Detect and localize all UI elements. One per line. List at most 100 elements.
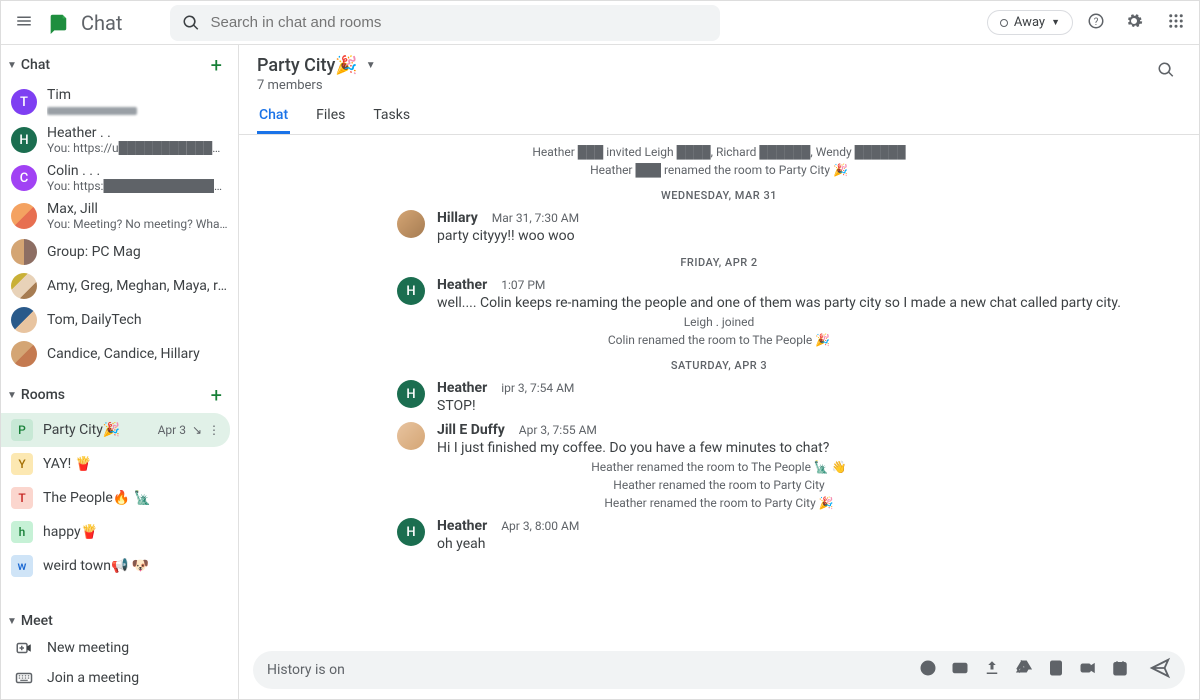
room-avatar: Y: [11, 453, 33, 475]
document-icon[interactable]: [1047, 659, 1065, 681]
date-divider: WEDNESDAY, MAR 31: [257, 189, 1181, 202]
message: Hillary Mar 31, 7:30 AM party cityyy!! wo…: [257, 210, 1181, 244]
drive-icon[interactable]: [1015, 659, 1033, 681]
message-text: party cityyy!! woo woo: [437, 228, 1181, 244]
upload-icon[interactable]: [983, 659, 1001, 681]
caret-down-icon: ▼: [366, 60, 376, 71]
compose-bar[interactable]: History is on GIF: [253, 651, 1185, 689]
room-avatar: P: [11, 419, 33, 441]
room-item[interactable]: P Party City🎉 Apr 3 ↘ ⋮: [1, 413, 230, 447]
message-author: Hillary: [437, 210, 478, 226]
room-date: Apr 3: [158, 423, 186, 437]
system-event: Heather renamed the room to The People 🗽…: [257, 460, 1181, 474]
video-icon[interactable]: [1079, 659, 1097, 681]
date-divider: SATURDAY, APR 3: [257, 359, 1181, 372]
room-avatar: h: [11, 521, 33, 543]
chat-item[interactable]: T Tim: [1, 83, 238, 121]
search-bar[interactable]: [170, 5, 720, 41]
avatar: [397, 422, 425, 450]
message: Jill E DuffyApr 3, 7:55 AM Hi I just fin…: [257, 422, 1181, 456]
room-item[interactable]: w weird town📢 🐶: [1, 549, 238, 583]
reply-icon: ↘: [192, 423, 202, 437]
room-name: happy🍟: [43, 524, 98, 540]
room-avatar: w: [11, 555, 33, 577]
chat-item[interactable]: Candice, Candice, Hillary: [1, 337, 238, 371]
room-item[interactable]: Y YAY! 🍟: [1, 447, 238, 481]
chat-item[interactable]: Amy, Greg, Meghan, Maya, randal...: [1, 269, 238, 303]
room-name: The People🔥 🗽: [43, 490, 151, 506]
chat-name: Tim: [47, 87, 228, 103]
chat-name: Group: PC Mag: [47, 244, 228, 260]
tab-chat[interactable]: Chat: [257, 99, 290, 134]
room-title[interactable]: Party City🎉 ▼: [257, 55, 1151, 76]
calendar-icon[interactable]: [1111, 659, 1129, 681]
section-toggle-rooms[interactable]: ▼ Rooms: [7, 387, 65, 403]
room-item[interactable]: T The People🔥 🗽: [1, 481, 238, 515]
keyboard-icon: [15, 669, 33, 687]
message-text: oh yeah: [437, 536, 1181, 552]
section-title-meet: Meet: [21, 613, 53, 629]
new-room-button[interactable]: +: [205, 381, 228, 409]
caret-down-icon: ▼: [1051, 17, 1060, 28]
avatar: [11, 307, 37, 333]
search-input[interactable]: [210, 14, 708, 31]
date-divider: FRIDAY, APR 2: [257, 256, 1181, 269]
chat-item[interactable]: Max, Jill You: Meeting? No meeting? What…: [1, 197, 238, 235]
status-indicator-icon: [1000, 19, 1008, 27]
avatar: [11, 203, 37, 229]
compose-placeholder: History is on: [267, 662, 909, 678]
help-icon[interactable]: ?: [1081, 6, 1111, 40]
chat-item[interactable]: Tom, DailyTech: [1, 303, 238, 337]
chat-preview: You: https://u██████████████████: [47, 141, 228, 155]
new-meeting-button[interactable]: New meeting: [1, 633, 238, 663]
svg-text:GIF: GIF: [956, 666, 964, 672]
room-tabs: Chat Files Tasks: [239, 93, 1199, 135]
system-event: Colin renamed the room to The People 🎉: [257, 333, 1181, 347]
room-avatar: T: [11, 487, 33, 509]
tab-files[interactable]: Files: [314, 99, 347, 134]
avatar: T: [11, 89, 37, 115]
tab-tasks[interactable]: Tasks: [371, 99, 412, 134]
caret-down-icon: ▼: [7, 60, 17, 71]
room-name: Party City🎉: [43, 422, 148, 438]
send-icon[interactable]: [1149, 657, 1171, 683]
system-event: Heather renamed the room to Party City 🎉: [257, 496, 1181, 510]
avatar: H: [397, 518, 425, 546]
avatar: H: [11, 127, 37, 153]
message-time: ipr 3, 7:54 AM: [501, 381, 574, 395]
system-event: Heather ███ renamed the room to Party Ci…: [257, 163, 1181, 177]
chat-item[interactable]: H Heather . . You: https://u████████████…: [1, 121, 238, 159]
room-header: Party City🎉 ▼ 7 members: [239, 45, 1199, 93]
emoji-icon[interactable]: [919, 659, 937, 681]
menu-icon[interactable]: [9, 6, 39, 40]
status-label: Away: [1014, 15, 1045, 30]
chat-name: Colin . . .: [47, 163, 228, 179]
chat-item[interactable]: C Colin . . . You: https:███████████████…: [1, 159, 238, 197]
system-event: Heather ███ invited Leigh ████, Richard …: [257, 145, 1181, 159]
section-toggle-chat[interactable]: ▼ Chat: [7, 57, 50, 73]
room-subtitle: 7 members: [257, 78, 1151, 93]
message-time: 1:07 PM: [501, 278, 545, 292]
chat-name: Amy, Greg, Meghan, Maya, randal...: [47, 278, 228, 294]
section-toggle-meet[interactable]: ▼ Meet: [7, 613, 53, 629]
chat-name: Max, Jill: [47, 201, 228, 217]
svg-text:?: ?: [1094, 16, 1099, 27]
message-text: Hi I just finished my coffee. Do you hav…: [437, 440, 1181, 456]
room-search-icon[interactable]: [1151, 55, 1181, 89]
global-header: Chat Away ▼ ?: [1, 1, 1199, 45]
more-icon[interactable]: ⋮: [208, 423, 220, 437]
settings-icon[interactable]: [1119, 6, 1149, 40]
join-meeting-button[interactable]: Join a meeting: [1, 663, 238, 693]
message: H HeatherApr 3, 8:00 AM oh yeah: [257, 518, 1181, 552]
apps-grid-icon[interactable]: [1161, 6, 1191, 40]
status-button[interactable]: Away ▼: [987, 10, 1073, 35]
room-item[interactable]: h happy🍟: [1, 515, 238, 549]
new-chat-button[interactable]: +: [205, 51, 228, 79]
chat-item[interactable]: Group: PC Mag: [1, 235, 238, 269]
compose-actions: GIF: [919, 659, 1129, 681]
system-event: Heather renamed the room to Party City: [257, 478, 1181, 492]
caret-down-icon: ▼: [7, 616, 17, 627]
gif-icon[interactable]: GIF: [951, 659, 969, 681]
message-list[interactable]: Heather ███ invited Leigh ████, Richard …: [239, 135, 1199, 645]
message-time: Mar 31, 7:30 AM: [492, 211, 579, 225]
